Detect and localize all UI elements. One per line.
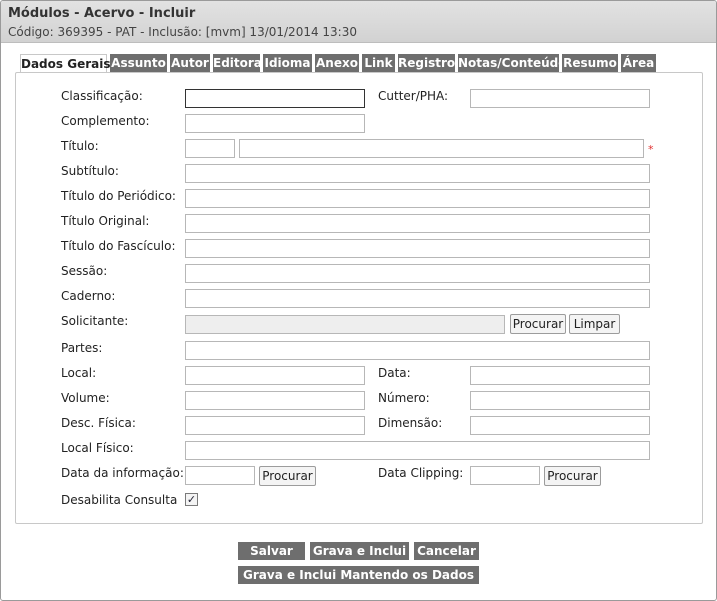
tab-link[interactable]: Link	[362, 54, 395, 72]
data-clipping-input[interactable]	[470, 466, 540, 485]
dialog-window: Módulos - Acervo - Incluir Código: 36939…	[0, 0, 717, 601]
caderno-label: Caderno:	[61, 289, 116, 303]
solicitante-input	[185, 315, 505, 334]
tab-resumo[interactable]: Resumo	[562, 54, 618, 72]
subtitulo-input[interactable]	[185, 164, 650, 183]
tab-anexo[interactable]: Anexo	[315, 54, 359, 72]
titulo-periodico-input[interactable]	[185, 189, 650, 208]
tab-registro[interactable]: Registro	[398, 54, 455, 72]
titulo-input[interactable]	[239, 139, 644, 158]
salvar-button[interactable]: Salvar	[238, 542, 305, 560]
data-label: Data:	[378, 366, 411, 380]
classificacao-input[interactable]	[185, 89, 365, 108]
tab-editora[interactable]: Editora	[213, 54, 262, 72]
record-info: Código: 369395 - PAT - Inclusão: [mvm] 1…	[8, 25, 357, 39]
dimensao-label: Dimensão:	[378, 416, 443, 430]
local-fisico-label: Local Físico:	[61, 441, 134, 455]
local-input[interactable]	[185, 366, 365, 385]
titulo-periodico-label: Título do Periódico:	[61, 189, 176, 203]
titulo-label: Título:	[61, 139, 99, 153]
cutter-label: Cutter/PHA:	[378, 89, 449, 103]
tab-idioma[interactable]: Idioma	[263, 54, 312, 72]
local-fisico-input[interactable]	[185, 441, 650, 460]
cancelar-button[interactable]: Cancelar	[414, 542, 479, 560]
caderno-input[interactable]	[185, 289, 650, 308]
dimensao-input[interactable]	[470, 416, 650, 435]
solicitante-procurar-button[interactable]: Procurar	[510, 314, 566, 334]
titulo-original-label: Título Original:	[61, 214, 150, 228]
partes-input[interactable]	[185, 341, 650, 360]
titulo-fasciculo-label: Título do Fascículo:	[61, 239, 176, 253]
desabilita-consulta-label: Desabilita Consulta	[61, 493, 178, 507]
tab-notas-conteudo[interactable]: Notas/Conteúdo	[458, 54, 567, 72]
tab-assunto[interactable]: Assunto	[110, 54, 167, 72]
desc-fisica-label: Desc. Física:	[61, 416, 136, 430]
numero-label: Número:	[378, 391, 430, 405]
data-input[interactable]	[470, 366, 650, 385]
sessao-input[interactable]	[185, 264, 650, 283]
desabilita-consulta-checkbox[interactable]: ✓	[185, 493, 198, 506]
complemento-label: Complemento:	[61, 114, 150, 128]
desc-fisica-input[interactable]	[185, 416, 365, 435]
solicitante-limpar-button[interactable]: Limpar	[569, 314, 620, 334]
titulo-original-input[interactable]	[185, 214, 650, 233]
solicitante-label: Solicitante:	[61, 314, 129, 328]
volume-input[interactable]	[185, 391, 365, 410]
data-clipping-procurar-button[interactable]: Procurar	[544, 466, 601, 486]
partes-label: Partes:	[61, 341, 103, 355]
data-informacao-input[interactable]	[185, 466, 255, 485]
required-marker: *	[648, 143, 654, 156]
classificacao-label: Classificação:	[61, 89, 143, 103]
local-label: Local:	[61, 366, 97, 380]
data-informacao-label: Data da informação:	[61, 466, 184, 480]
tab-area[interactable]: Área	[621, 54, 656, 72]
data-clipping-label: Data Clipping:	[378, 466, 464, 480]
numero-input[interactable]	[470, 391, 650, 410]
volume-label: Volume:	[61, 391, 110, 405]
complemento-input[interactable]	[185, 114, 365, 133]
tab-dados-gerais[interactable]: Dados Gerais	[20, 54, 110, 73]
grava-inclui-button[interactable]: Grava e Inclui	[310, 542, 409, 560]
titulo-article-input[interactable]	[185, 139, 235, 158]
grava-inclui-mantendo-button[interactable]: Grava e Inclui Mantendo os Dados	[238, 566, 479, 584]
window-title: Módulos - Acervo - Incluir	[8, 6, 196, 21]
titulo-fasciculo-input[interactable]	[185, 239, 650, 258]
sessao-label: Sessão:	[61, 264, 108, 278]
tab-autor[interactable]: Autor	[170, 54, 210, 72]
cutter-input[interactable]	[470, 89, 650, 108]
subtitulo-label: Subtítulo:	[61, 164, 119, 178]
data-informacao-procurar-button[interactable]: Procurar	[259, 466, 316, 486]
window-header: Módulos - Acervo - Incluir Código: 36939…	[1, 1, 716, 43]
